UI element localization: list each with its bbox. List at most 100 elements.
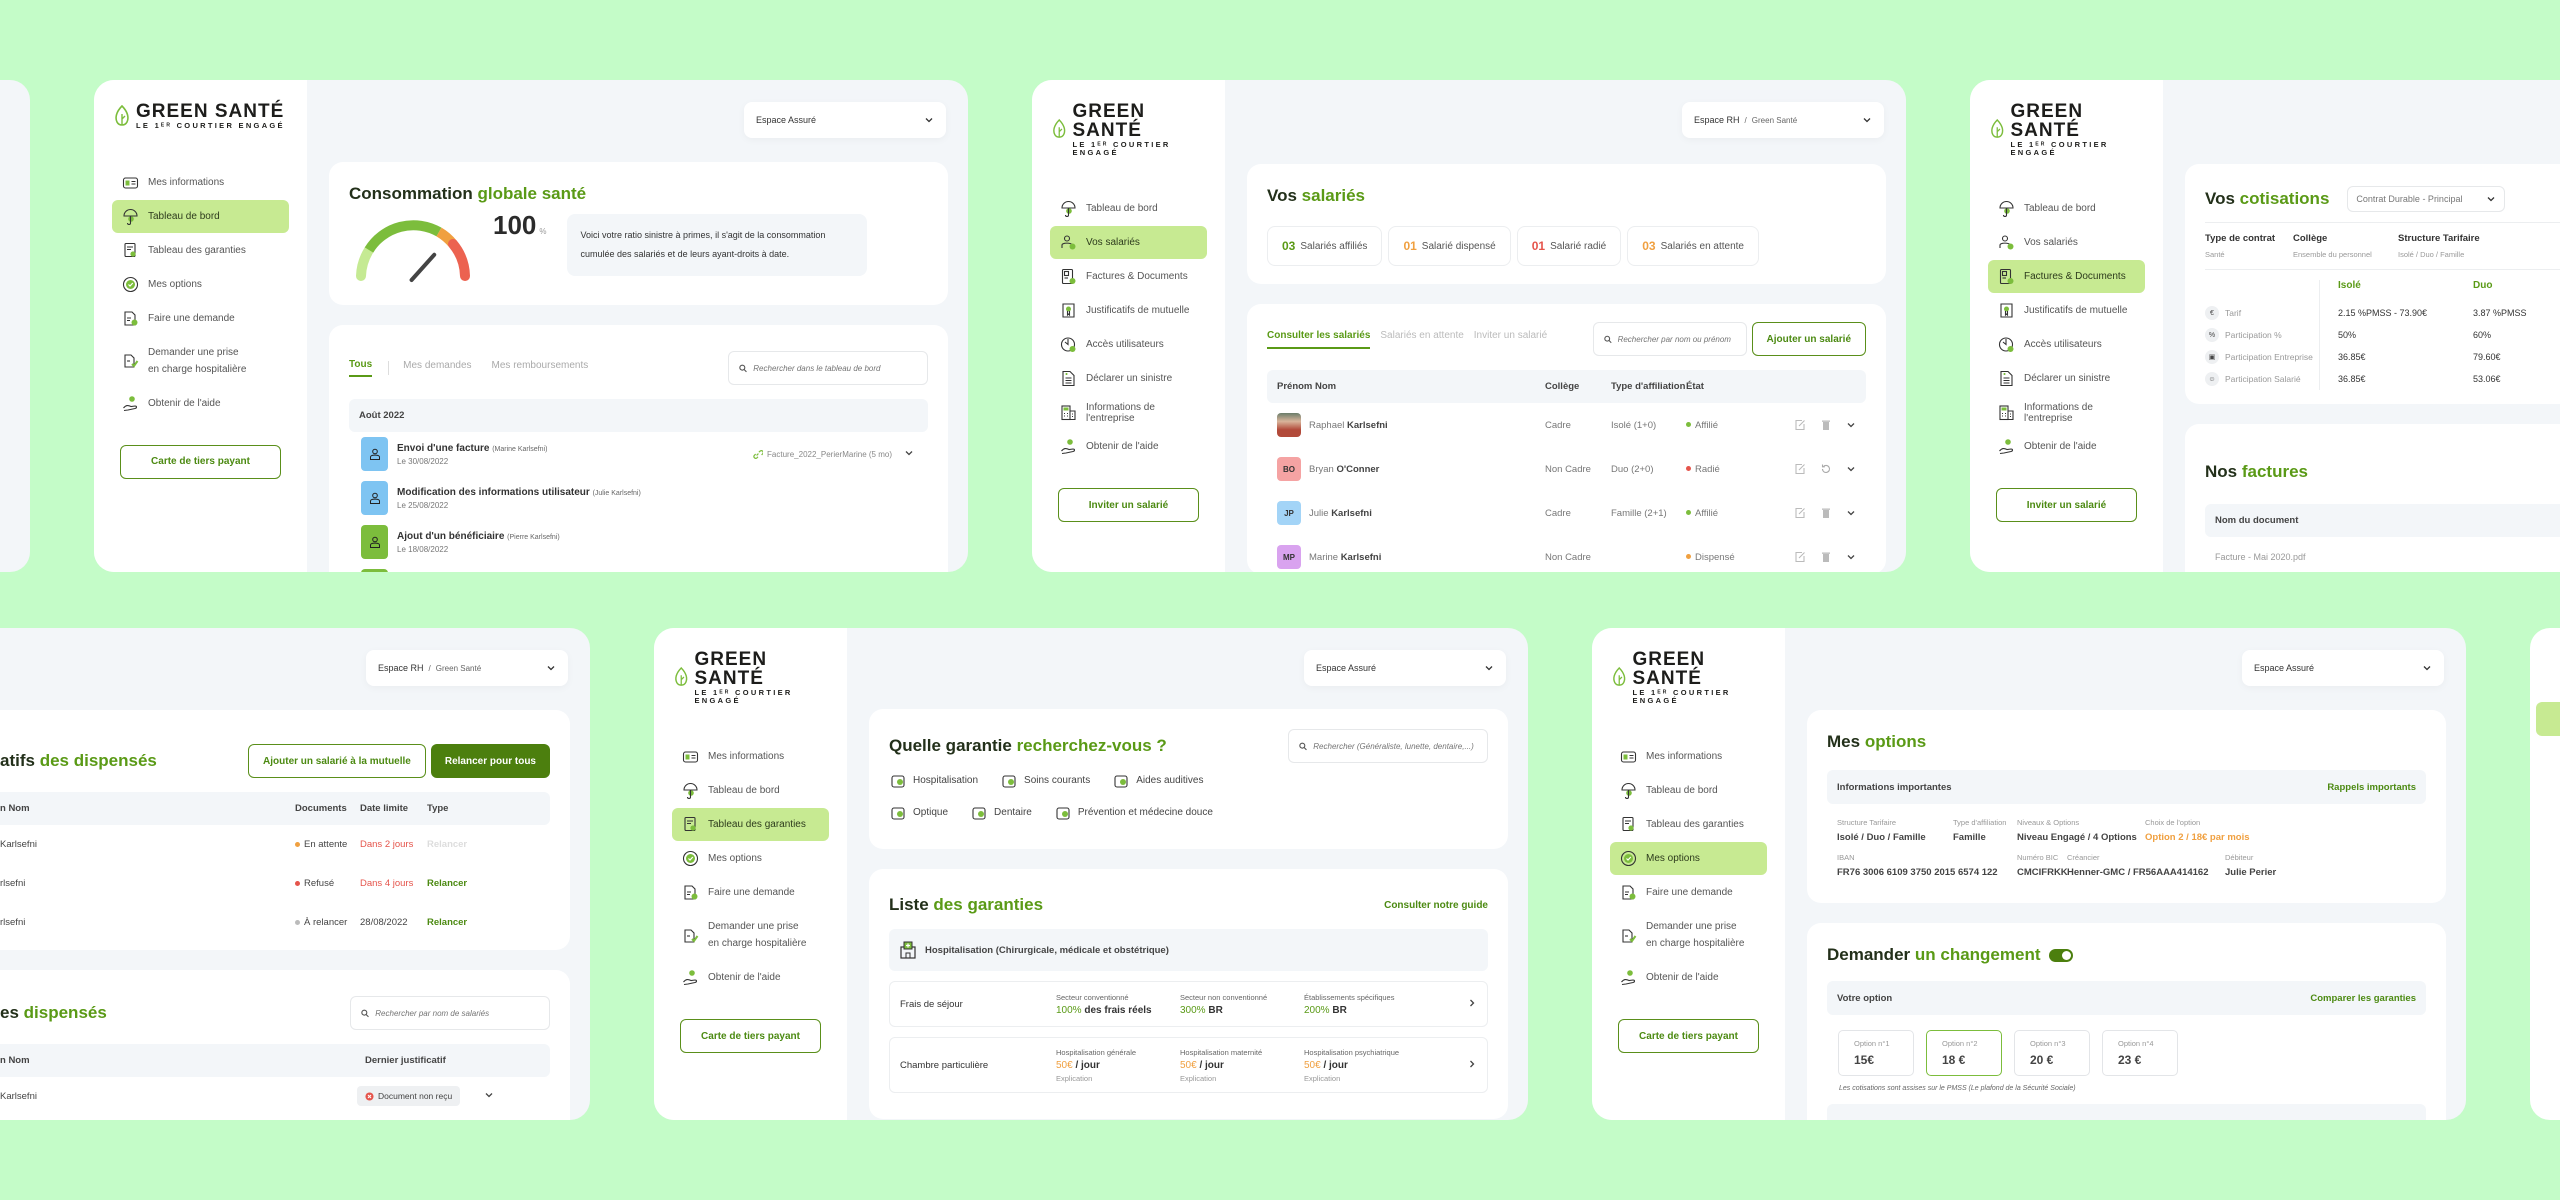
category-tooth[interactable]: Dentaire	[970, 803, 1032, 821]
sidebar-item-factures-documents[interactable]: Factures & Documents	[1050, 260, 1207, 293]
dispenses-search[interactable]	[350, 996, 550, 1030]
sidebar-item-demander-une-prise-en-charge-hospitaliere[interactable]: Demander une prise en charge hospitalière	[1610, 910, 1767, 960]
edit-icon[interactable]	[1794, 463, 1806, 475]
inviter-salarie-button[interactable]: Inviter un salarié	[1996, 488, 2137, 522]
sidebar-item-obtenir-de-l-aide[interactable]: Obtenir de l'aide	[672, 961, 829, 994]
sidebar-item-mes-informations[interactable]: Mes informations	[672, 740, 829, 773]
tab-consulter[interactable]: Consulter les salariés	[1267, 330, 1371, 349]
sidebar-item-informations-de-l-entreprise[interactable]: Informations de l'entreprise	[1988, 396, 2145, 429]
dispenses-search-input[interactable]	[375, 1008, 539, 1018]
sidebar-item-obtenir-de-l-aide[interactable]: Obtenir de l'aide	[112, 387, 289, 420]
trash-icon[interactable]	[1820, 419, 1832, 431]
trash-icon[interactable]	[1820, 507, 1832, 519]
relancer-link[interactable]: Relancer	[427, 917, 467, 928]
event-item[interactable]: Envoi d'une facture (Marine Karlsefni) Le…	[349, 432, 928, 476]
sidebar-item-demander-une-prise-en-charge-hospitaliere[interactable]: Demander une prise en charge hospitalière	[112, 336, 289, 386]
tab-tous[interactable]: Tous	[349, 359, 373, 377]
inviter-salarie-button[interactable]: Inviter un salarié	[1058, 488, 1199, 522]
sidebar-item-faire-une-demande[interactable]: Faire une demande	[112, 302, 289, 335]
chevron-down-icon[interactable]	[904, 448, 914, 458]
salaries-search[interactable]	[1592, 322, 1747, 356]
chevron-down-icon[interactable]	[1846, 420, 1856, 430]
edit-icon[interactable]	[1794, 419, 1806, 431]
tab-mes-remboursements[interactable]: Mes remboursements	[492, 360, 589, 376]
carte-tiers-payant-button[interactable]: Carte de tiers payant	[680, 1019, 821, 1053]
sidebar-item-tableau-de-bord[interactable]: Tableau de bord	[1610, 774, 1767, 807]
sidebar-item-tableau-de-bord[interactable]: Tableau de bord	[672, 774, 829, 807]
guide-link[interactable]: Consulter notre guide	[1384, 900, 1488, 911]
sidebar-item-mes-options[interactable]: Mes options	[112, 268, 289, 301]
sidebar-item-justificatifs-de-mutuelle[interactable]: Justificatifs de mutuelle	[1988, 294, 2145, 327]
change-toggle[interactable]	[2048, 948, 2073, 962]
sidebar-item-faire-une-demande[interactable]: Faire une demande	[1610, 876, 1767, 909]
table-row[interactable]: Raphael Karlsefni Cadre Isolé (1+0) Affi…	[1267, 403, 1866, 447]
sidebar-item-vos-salaries[interactable]: Vos salariés	[1050, 226, 1207, 259]
chevron-down-icon[interactable]	[1846, 552, 1856, 562]
restore-icon[interactable]	[1820, 463, 1832, 475]
option-choice[interactable]: Option n°3 20 €	[2014, 1030, 2090, 1076]
garantie-row[interactable]: Chambre particulière Hospitalisation géné…	[889, 1037, 1488, 1093]
facture-row[interactable]: Facture - Mai 2020.pdf	[2205, 537, 2560, 572]
sidebar-item-declarer-un-sinistre[interactable]: Déclarer un sinistre	[1050, 362, 1207, 395]
tab-mes-demandes[interactable]: Mes demandes	[403, 360, 471, 376]
stat-chip[interactable]: 01 Salarié dispensé	[1388, 226, 1511, 266]
espace-selector[interactable]: Espace Assuré	[2242, 650, 2444, 686]
sidebar-item-declarer-un-sinistre[interactable]: Déclarer un sinistre	[1988, 362, 2145, 395]
sidebar-item-acces-utilisateurs[interactable]: Accès utilisateurs	[1050, 328, 1207, 361]
garantie-search-input[interactable]	[1313, 741, 1477, 751]
sidebar-item-tableau-de-bord[interactable]: Tableau de bord	[1988, 192, 2145, 225]
carte-tiers-payant-button[interactable]: Carte de tiers payant	[120, 444, 281, 479]
edit-icon[interactable]	[1794, 507, 1806, 519]
category-doctor[interactable]: Soins courants	[1000, 771, 1090, 789]
sidebar-item-tableau-des-garanties[interactable]: Tableau des garanties	[1610, 808, 1767, 841]
attachment-link[interactable]: Facture_2022_PerierMarine (5 mo)	[752, 449, 892, 460]
tab-en-attente[interactable]: Salariés en attente	[1380, 330, 1463, 349]
event-item[interactable]: Ajout d'un bénéficiaire (Pierre Karlsefn…	[349, 520, 928, 564]
chevron-right-icon[interactable]	[1467, 1059, 1477, 1069]
table-row[interactable]: JP Julie Karlsefni Cadre Famille (2+1) Af…	[1267, 491, 1866, 535]
chevron-right-icon[interactable]	[1467, 998, 1477, 1008]
tab-inviter[interactable]: Inviter un salarié	[1474, 330, 1547, 349]
category-ear[interactable]: Aides auditives	[1112, 771, 1203, 789]
compare-link[interactable]: Comparer les garanties	[2310, 993, 2416, 1004]
sidebar-item-obtenir-de-l-aide[interactable]: Obtenir de l'aide	[1050, 430, 1207, 463]
option-choice[interactable]: Option n°1 15€	[1838, 1030, 1914, 1076]
sidebar-item-obtenir-de-l-aide[interactable]: Obtenir de l'aide	[1988, 430, 2145, 463]
sidebar-item-mes-options[interactable]: Mes options	[1610, 842, 1767, 875]
chevron-down-icon[interactable]	[1846, 508, 1856, 518]
rappels-link[interactable]: Rappels importants	[2327, 782, 2416, 793]
sidebar-item-mes-informations[interactable]: Mes informations	[112, 166, 289, 199]
edit-icon[interactable]	[1794, 551, 1806, 563]
sidebar-item-mes-informations[interactable]: Mes informations	[1610, 740, 1767, 773]
sidebar-item-faire-une-demande[interactable]: Faire une demande	[672, 876, 829, 909]
add-to-mutuelle-button[interactable]: Ajouter un salarié à la mutuelle	[248, 744, 426, 778]
espace-selector[interactable]: Espace Assuré	[1304, 650, 1506, 686]
garantie-search[interactable]	[1288, 729, 1488, 763]
espace-selector[interactable]: Espace RH / Green Santé	[366, 650, 568, 686]
event-item[interactable]: Modification des informations utilisateu…	[349, 476, 928, 520]
sidebar-item-tableau-de-bord[interactable]: Tableau de bord	[112, 199, 289, 233]
sidebar-item-informations-de-l-entreprise[interactable]: Informations de l'entreprise	[1050, 396, 1207, 429]
chevron-down-icon[interactable]	[1846, 464, 1856, 474]
dashboard-search[interactable]	[728, 351, 928, 385]
table-row[interactable]: MP Marine Karlsefni Non Cadre Dispensé	[1267, 535, 1866, 572]
sidebar-item-tableau-des-garanties[interactable]: Tableau des garanties	[112, 234, 289, 267]
relaunch-all-button[interactable]: Relancer pour tous	[430, 744, 550, 778]
salaries-search-input[interactable]	[1617, 334, 1736, 344]
chevron-down-icon[interactable]	[484, 1090, 494, 1100]
sidebar-item-justificatifs-de-mutuelle[interactable]: Justificatifs de mutuelle	[1050, 294, 1207, 327]
sidebar-item-factures-documents[interactable]: Factures & Documents	[1988, 260, 2145, 293]
category-heart-shield[interactable]: Prévention et médecine douce	[1054, 803, 1213, 821]
sidebar-item-vos-salaries[interactable]: Vos salariés	[1988, 226, 2145, 259]
sidebar-item-acces-utilisateurs[interactable]: Accès utilisateurs	[1988, 328, 2145, 361]
garantie-row[interactable]: Frais de séjour Secteur conventionné 100% …	[889, 981, 1488, 1027]
stat-chip[interactable]: 03 Salariés affiliés	[1267, 226, 1383, 266]
trash-icon[interactable]	[1820, 551, 1832, 563]
relancer-link[interactable]: Relancer	[427, 878, 467, 889]
sidebar-item-tableau-de-bord[interactable]: Tableau de bord	[1050, 192, 1207, 225]
sidebar-item-mes-options[interactable]: Mes options	[672, 842, 829, 875]
stat-chip[interactable]: 01 Salarié radié	[1516, 226, 1622, 266]
option-choice[interactable]: Option n°4 23 €	[2102, 1030, 2178, 1076]
carte-tiers-payant-button[interactable]: Carte de tiers payant	[1618, 1019, 1759, 1053]
sidebar-item-demander-une-prise-en-charge-hospitaliere[interactable]: Demander une prise en charge hospitalière	[672, 910, 829, 960]
